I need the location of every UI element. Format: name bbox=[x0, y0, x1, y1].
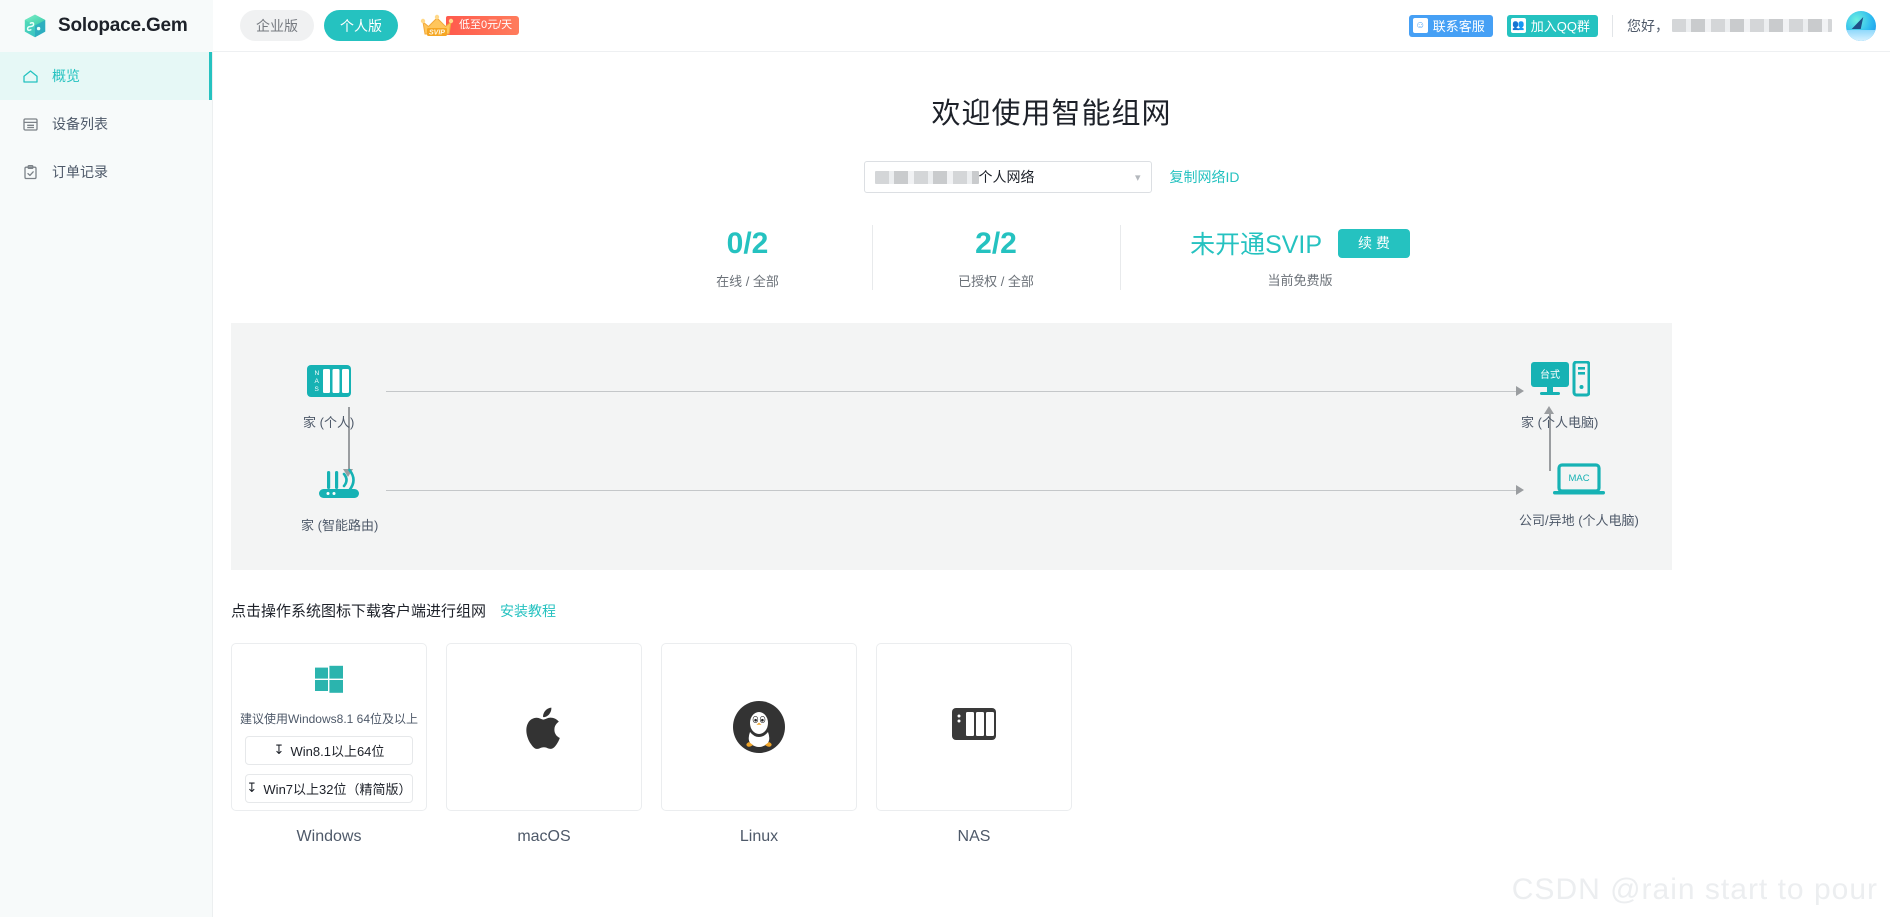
svg-text:MAC: MAC bbox=[1568, 473, 1589, 484]
diagram-node-mac[interactable]: MAC 公司/异地 (个人电脑) bbox=[1519, 462, 1639, 529]
os-card-linux[interactable]: Linux bbox=[661, 642, 857, 845]
linux-tux-icon bbox=[732, 700, 786, 759]
stat-online: 0/2 在线 / 全部 bbox=[624, 225, 872, 290]
renew-button[interactable]: 续 费 bbox=[1338, 228, 1410, 258]
copy-network-id-link[interactable]: 复制网络ID bbox=[1170, 167, 1240, 187]
os-name-windows: Windows bbox=[296, 827, 362, 845]
stat-online-value: 0/2 bbox=[726, 227, 769, 260]
app-header: Solopace.Gem 企业版 个人版 SVIP 低至0元/天 ☺ 联系客服 … bbox=[0, 0, 1890, 52]
page-title: 欢迎使用智能组网 bbox=[931, 98, 1172, 130]
download-win7-button[interactable]: ↧ Win7以上32位（精简版） bbox=[245, 773, 413, 803]
join-qq-group-button[interactable]: 👥 加入QQ群 bbox=[1506, 14, 1598, 37]
sidebar-item-order-records-label: 订单记录 bbox=[52, 164, 108, 180]
svip-promo[interactable]: SVIP 低至0元/天 bbox=[420, 13, 520, 39]
stat-online-label: 在线 / 全部 bbox=[716, 273, 779, 289]
os-card-list: 建议使用Windows8.1 64位及以上 ↧ Win8.1以上64位 ↧ Wi… bbox=[231, 642, 1890, 845]
sidebar-item-device-list-label: 设备列表 bbox=[52, 116, 108, 132]
svip-status-block: 未开通SVIP 续 费 当前免费版 bbox=[1119, 225, 1480, 290]
sidebar: 概览 设备列表 订单记录 bbox=[0, 52, 213, 917]
logo-text: Solopace.Gem bbox=[58, 14, 188, 36]
diagram-node-desktop[interactable]: 台式 家 (个人电脑) bbox=[1521, 360, 1599, 431]
link-router-to-mac bbox=[386, 489, 1516, 491]
laptop-icon: MAC bbox=[1552, 462, 1605, 494]
download-win8-label: Win8.1以上64位 bbox=[290, 743, 385, 759]
logo-block[interactable]: Solopace.Gem bbox=[0, 0, 213, 52]
os-name-macos: macOS bbox=[517, 827, 571, 845]
sidebar-item-order-records[interactable]: 订单记录 bbox=[0, 148, 212, 196]
svg-text:A: A bbox=[314, 378, 319, 385]
network-select-value: 个人网络 bbox=[978, 169, 1035, 185]
qq-group-icon: 👥 bbox=[1510, 18, 1526, 33]
os-card-macos[interactable]: macOS bbox=[446, 642, 642, 845]
header-tabs: 企业版 个人版 bbox=[240, 10, 398, 41]
cube-icon bbox=[22, 13, 48, 39]
desktop-icon: 台式 bbox=[1530, 360, 1591, 396]
header-divider bbox=[1612, 14, 1613, 37]
router-wifi-icon bbox=[318, 468, 359, 498]
os-name-nas: NAS bbox=[957, 827, 991, 845]
username-redacted bbox=[1672, 19, 1832, 32]
diagram-node-mac-caption: 公司/异地 (个人电脑) bbox=[1519, 512, 1639, 528]
contact-support-label: 联系客服 bbox=[1432, 19, 1485, 34]
download-header: 点击操作系统图标下载客户端进行组网 安装教程 bbox=[231, 600, 1890, 621]
svg-text:SVIP: SVIP bbox=[429, 29, 445, 36]
header-right: ☺ 联系客服 👥 加入QQ群 您好， bbox=[1408, 10, 1890, 41]
install-tutorial-link[interactable]: 安装教程 bbox=[500, 601, 556, 621]
stat-authorized: 2/2 已授权 / 全部 bbox=[871, 225, 1120, 290]
stats-row: 0/2 在线 / 全部 2/2 已授权 / 全部 未开通SVIP 续 费 当前免… bbox=[213, 225, 1890, 290]
windows-note: 建议使用Windows8.1 64位及以上 bbox=[239, 711, 419, 726]
download-title: 点击操作系统图标下载客户端进行组网 bbox=[231, 602, 487, 620]
network-topology-diagram: N A S 家 (个人) 家 (智能路由) 台式 家 (个人电脑) MAC 公司… bbox=[231, 322, 1672, 570]
tab-enterprise[interactable]: 企业版 bbox=[240, 10, 314, 41]
nas-dark-icon bbox=[951, 706, 997, 747]
download-win8-button[interactable]: ↧ Win8.1以上64位 bbox=[245, 735, 413, 765]
os-card-nas[interactable]: NAS bbox=[876, 642, 1072, 845]
network-name-redacted bbox=[874, 170, 979, 184]
diagram-node-router-caption: 家 (智能路由) bbox=[301, 517, 379, 533]
sidebar-item-overview-label: 概览 bbox=[52, 68, 80, 84]
apple-icon bbox=[522, 702, 566, 759]
svg-text:台式: 台式 bbox=[1540, 368, 1560, 381]
network-select[interactable]: 个人网络 ▾ bbox=[863, 161, 1152, 193]
avatar-water bbox=[1846, 29, 1876, 41]
shark-avatar-icon bbox=[1851, 16, 1864, 29]
diagram-node-desktop-caption: 家 (个人电脑) bbox=[1521, 414, 1599, 430]
avatar[interactable] bbox=[1846, 10, 1876, 41]
network-selector-row: 个人网络 ▾ 复制网络ID bbox=[213, 161, 1890, 193]
diagram-node-router[interactable]: 家 (智能路由) bbox=[301, 462, 378, 534]
windows-icon bbox=[314, 664, 344, 699]
link-nas-to-desktop bbox=[386, 390, 1516, 392]
greeting-block: 您好， bbox=[1627, 16, 1832, 36]
svg-text:N: N bbox=[314, 370, 319, 377]
main-content: 欢迎使用智能组网 个人网络 ▾ 复制网络ID 0/2 在线 / 全部 2/2 已… bbox=[213, 52, 1890, 917]
crown-svip-icon: SVIP bbox=[420, 13, 454, 39]
promo-tag-label: 低至0元/天 bbox=[446, 16, 520, 35]
svip-sub-label: 当前免费版 bbox=[1267, 273, 1333, 289]
contact-support-button[interactable]: ☺ 联系客服 bbox=[1408, 14, 1493, 37]
diagram-node-nas[interactable]: N A S 家 (个人) bbox=[303, 363, 354, 431]
watermark: CSDN @rain start to pour bbox=[1511, 873, 1878, 906]
download-icon: ↧ bbox=[246, 780, 258, 795]
download-icon: ↧ bbox=[273, 742, 285, 757]
list-icon bbox=[22, 116, 39, 133]
download-win7-label: Win7以上32位（精简版） bbox=[263, 781, 412, 797]
sidebar-item-overview[interactable]: 概览 bbox=[0, 52, 212, 100]
headset-service-icon: ☺ bbox=[1412, 18, 1428, 33]
svip-status-text: 未开通SVIP bbox=[1190, 231, 1323, 260]
diagram-node-nas-caption: 家 (个人) bbox=[303, 414, 355, 430]
sidebar-item-device-list[interactable]: 设备列表 bbox=[0, 100, 212, 148]
join-qq-group-label: 加入QQ群 bbox=[1530, 19, 1590, 34]
home-icon bbox=[22, 68, 39, 85]
svg-text:S: S bbox=[314, 386, 319, 393]
stat-authorized-value: 2/2 bbox=[975, 227, 1017, 260]
clipboard-check-icon bbox=[22, 164, 39, 181]
os-card-windows[interactable]: 建议使用Windows8.1 64位及以上 ↧ Win8.1以上64位 ↧ Wi… bbox=[231, 642, 427, 845]
nas-icon: N A S bbox=[306, 364, 351, 397]
greeting-label: 您好， bbox=[1627, 17, 1669, 34]
svip-line: 未开通SVIP 续 费 bbox=[1190, 225, 1410, 261]
tab-personal[interactable]: 个人版 bbox=[324, 10, 398, 41]
os-name-linux: Linux bbox=[739, 827, 779, 845]
chevron-down-icon: ▾ bbox=[1134, 171, 1141, 184]
stat-authorized-label: 已授权 / 全部 bbox=[958, 273, 1034, 289]
